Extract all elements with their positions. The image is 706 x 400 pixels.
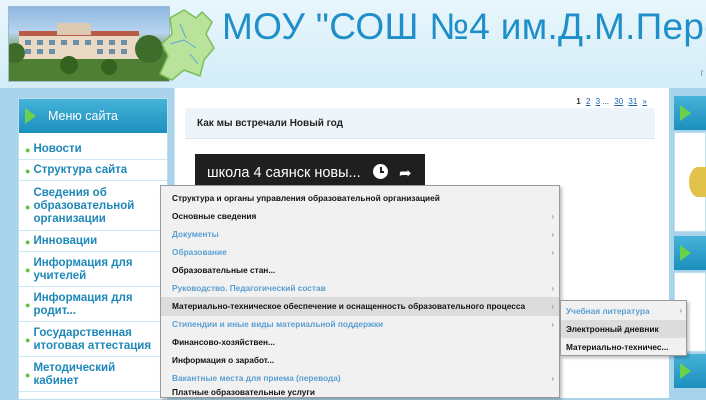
flyout-item-salary-info[interactable]: Информация о заработ... bbox=[161, 351, 559, 370]
sidebar-item-parents-info[interactable]: ● Информация для родит... › bbox=[19, 288, 167, 322]
sidebar-item-innovations[interactable]: ● Инновации › bbox=[19, 232, 167, 252]
site-title: МОУ "СОШ №4 им.Д.М.Перова bbox=[222, 6, 706, 47]
flyout-item-material-support[interactable]: Материально-техническое обеспечение и ос… bbox=[161, 297, 559, 316]
school-building-illustration bbox=[9, 23, 169, 81]
chevron-right-icon: › bbox=[551, 284, 554, 293]
share-icon[interactable]: ➦ bbox=[399, 164, 412, 182]
pagination-next[interactable]: » bbox=[643, 97, 647, 106]
flyout-item-basic-info[interactable]: Основные сведения › bbox=[161, 207, 559, 226]
flyout-item-label: Документы bbox=[172, 229, 219, 239]
right-panel-header bbox=[674, 236, 706, 270]
sidebar-item-label: Государственная итоговая аттестация bbox=[33, 326, 152, 352]
flyout-item-label: Материально-техническое обеспечение и ос… bbox=[172, 301, 526, 311]
school-photo bbox=[8, 6, 170, 82]
arrow-right-icon bbox=[680, 105, 691, 121]
site-menu-header: Меню сайта bbox=[19, 99, 167, 133]
flyout-item-label: Образовательные стан... bbox=[172, 265, 276, 275]
flyout-item-label: Стипендии и иные виды материальной подде… bbox=[172, 319, 384, 329]
right-panel-content bbox=[674, 132, 706, 232]
bullet-icon: ● bbox=[25, 201, 31, 212]
bullet-icon: ● bbox=[25, 264, 31, 275]
sidebar-item-state-attestation[interactable]: ● Государственная итоговая аттестация › bbox=[19, 323, 167, 357]
submenu-item-label: Материально-техничес... bbox=[566, 342, 669, 352]
chevron-right-icon: › bbox=[551, 248, 554, 257]
video-title[interactable]: школа 4 саянск новы... bbox=[207, 165, 361, 181]
site-menu-panel: Меню сайта ● Новости ● Структура сайта ●… bbox=[18, 98, 168, 400]
sidebar-item-label: Информация для учителей bbox=[33, 256, 133, 282]
bullet-icon: ● bbox=[25, 369, 31, 380]
sidebar-item-label: Методический кабинет bbox=[33, 361, 116, 387]
pagination-link-2[interactable]: 2 bbox=[586, 97, 590, 106]
sidebar-item-label: Инновации bbox=[33, 235, 98, 247]
site-header: МОУ "СОШ №4 им.Д.М.Перова г bbox=[0, 0, 706, 88]
flyout-item-label: Финансово-хозяйствен... bbox=[172, 337, 275, 347]
submenu-item-material-technical[interactable]: Материально-техничес... bbox=[561, 338, 686, 356]
region-map-icon bbox=[159, 9, 215, 81]
bullet-icon: ● bbox=[25, 334, 31, 345]
post-title-bar: Как мы встречали Новый год bbox=[185, 108, 655, 139]
pagination-ellipsis: ... bbox=[602, 97, 610, 106]
sidebar-item-label: Информация для родит... bbox=[33, 291, 133, 317]
sidebar-item-methodical-office[interactable]: ● Методический кабинет › bbox=[19, 358, 167, 392]
chevron-right-icon: › bbox=[551, 320, 554, 329]
pagination-link-30[interactable]: 30 bbox=[614, 97, 623, 106]
post-title[interactable]: Как мы встречали Новый год bbox=[197, 118, 343, 129]
flyout-item-label: Руководство. Педагогический состав bbox=[172, 283, 326, 293]
submenu-item-label: Электронный дневник bbox=[566, 324, 659, 334]
flyout-item-label: Основные сведения bbox=[172, 211, 257, 221]
sidebar-item-news[interactable]: ● Новости bbox=[19, 140, 167, 160]
flyout-item-finance[interactable]: Финансово-хозяйствен... bbox=[161, 333, 559, 352]
flyout-item-paid-services[interactable]: Платные образовательные услуги bbox=[161, 386, 559, 398]
flyout-item-scholarships[interactable]: Стипендии и иные виды материальной подде… bbox=[161, 315, 559, 334]
flyout-item-label: Вакантные места для приема (перевода) bbox=[172, 373, 341, 383]
pagination-current: 1 bbox=[576, 97, 581, 106]
flyout-item-label: Образование bbox=[172, 247, 227, 257]
flyout-item-structure[interactable]: Структура и органы управления образовате… bbox=[161, 189, 559, 208]
pagination-link-31[interactable]: 31 bbox=[628, 97, 637, 106]
site-menu-title: Меню сайта bbox=[48, 109, 118, 123]
bullet-icon: ● bbox=[25, 299, 31, 310]
chevron-right-icon: › bbox=[679, 306, 682, 315]
bullet-icon: ● bbox=[25, 236, 31, 247]
bullet-icon: ● bbox=[25, 165, 31, 176]
arrow-right-icon bbox=[25, 108, 36, 124]
sidebar-item-label: Новости bbox=[33, 143, 82, 155]
bullet-icon: ● bbox=[25, 144, 31, 155]
sidebar-item-organization-info[interactable]: ● Сведения об образовательной организаци… bbox=[19, 183, 167, 231]
flyout-item-leadership[interactable]: Руководство. Педагогический состав › bbox=[161, 279, 559, 298]
submenu-item-textbooks[interactable]: Учебная литература › bbox=[561, 302, 686, 320]
sidebar-item-label: Структура сайта bbox=[33, 164, 128, 176]
submenu-item-label: Учебная литература bbox=[566, 306, 650, 316]
flyout-item-label: Информация о заработ... bbox=[172, 355, 275, 365]
material-support-submenu: Учебная литература › Электронный дневник… bbox=[560, 300, 687, 356]
sidebar-item-label: Сведения об образовательной организации bbox=[33, 187, 135, 225]
flyout-item-education[interactable]: Образование › bbox=[161, 243, 559, 262]
flyout-item-standards[interactable]: Образовательные стан... bbox=[161, 261, 559, 280]
flyout-item-documents[interactable]: Документы › bbox=[161, 225, 559, 244]
header-subtitle-fragment: г bbox=[700, 68, 704, 79]
submenu-item-electronic-diary[interactable]: Электронный дневник bbox=[561, 320, 686, 338]
pagination: 1 2 3 ... 30 31 » bbox=[576, 97, 647, 106]
watch-later-icon[interactable] bbox=[373, 164, 388, 179]
sidebar-item-site-structure[interactable]: ● Структура сайта bbox=[19, 161, 167, 181]
arrow-right-icon bbox=[680, 245, 691, 261]
right-panel-header bbox=[674, 96, 706, 130]
emblem-image bbox=[689, 167, 706, 197]
chevron-right-icon: › bbox=[551, 212, 554, 221]
arrow-right-icon bbox=[680, 363, 691, 379]
organization-info-flyout-menu: Структура и органы управления образовате… bbox=[160, 185, 560, 398]
flyout-item-label: Платные образовательные услуги bbox=[172, 387, 315, 397]
chevron-right-icon: › bbox=[551, 302, 554, 311]
flyout-item-label: Структура и органы управления образовате… bbox=[172, 193, 440, 203]
chevron-right-icon: › bbox=[551, 230, 554, 239]
sidebar-item-teachers-info[interactable]: ● Информация для учителей › bbox=[19, 253, 167, 287]
pagination-link-3[interactable]: 3 bbox=[596, 97, 600, 106]
right-panel-header bbox=[674, 354, 706, 388]
